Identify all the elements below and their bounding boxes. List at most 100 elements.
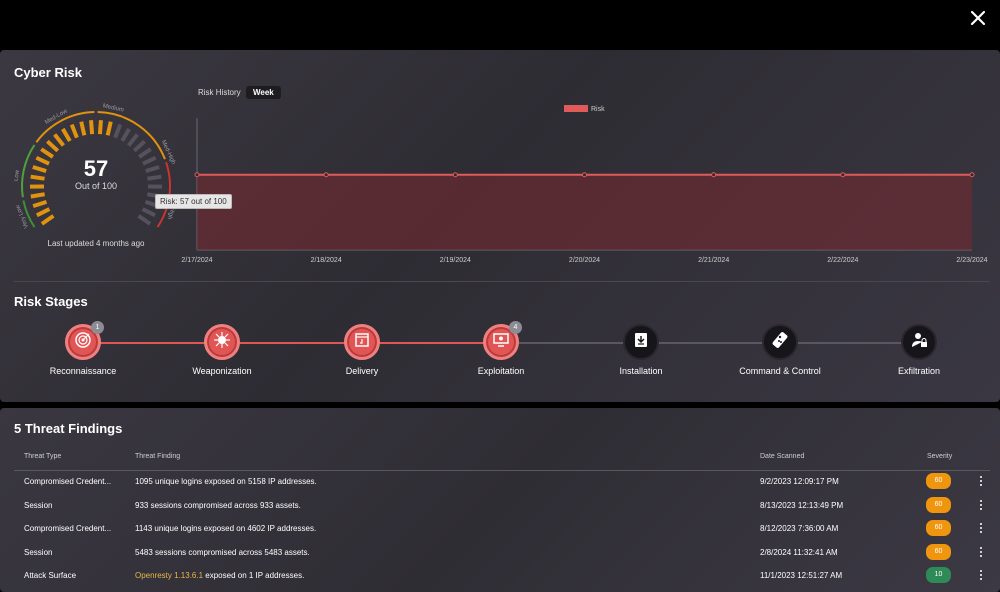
- stage-label: Command & Control: [739, 366, 821, 376]
- risk-stages-title: Risk Stages: [14, 294, 88, 309]
- last-updated-text: Last updated 4 months ago: [47, 239, 145, 248]
- table-row[interactable]: Session 933 sessions compromised across …: [14, 494, 990, 517]
- remote-icon: [771, 331, 789, 354]
- x-tick-label: 2/17/2024: [181, 257, 212, 264]
- threat-type-cell: Attack Surface: [24, 571, 77, 580]
- gauge-tick: [105, 121, 113, 136]
- risk-point: [323, 172, 329, 178]
- row-menu-icon[interactable]: [976, 568, 986, 582]
- gauge-band-arc: [35, 111, 95, 143]
- risk-point: [969, 172, 975, 178]
- radar-icon: [74, 331, 92, 354]
- row-menu-icon[interactable]: [976, 545, 986, 559]
- gauge-tick: [137, 214, 152, 226]
- finding-text: 5483 sessions compromised across 5483 as…: [135, 547, 310, 557]
- x-tick-label: 2/19/2024: [440, 257, 471, 264]
- row-menu-icon[interactable]: [976, 498, 986, 512]
- finding-text: 1095 unique logins exposed on 5158 IP ad…: [135, 477, 317, 486]
- section-divider: [14, 281, 990, 282]
- table-row[interactable]: Compromised Credent... 1095 unique login…: [14, 470, 990, 493]
- gauge-tick: [127, 133, 139, 147]
- table-row[interactable]: Session 5483 sessions compromised across…: [14, 541, 990, 564]
- threat-type-cell: Session: [24, 547, 53, 557]
- threat-type-cell: Compromised Credent...: [24, 477, 112, 486]
- severity-badge: 60: [926, 473, 951, 489]
- stage-circle[interactable]: 4: [483, 321, 522, 360]
- gauge-tick: [35, 207, 51, 218]
- risk-area: [197, 174, 972, 250]
- tab-week[interactable]: Week: [246, 86, 281, 99]
- gauge-tick: [69, 123, 79, 139]
- stage-circle[interactable]: [623, 324, 659, 360]
- risk-point: [582, 172, 587, 178]
- table-row[interactable]: Compromised Credent... 1143 unique login…: [14, 517, 990, 540]
- risk-history-label: Risk History: [198, 88, 241, 97]
- gauge-tick: [46, 139, 60, 153]
- close-icon[interactable]: [966, 6, 990, 30]
- legend-swatch: [564, 105, 588, 112]
- row-menu-icon[interactable]: [976, 521, 986, 535]
- table-row[interactable]: Attack Surface Openresty 1.13.6.1 expose…: [14, 564, 990, 587]
- severity-badge: 60: [926, 543, 951, 560]
- risk-score: 57: [83, 156, 109, 181]
- risk-point: [452, 172, 458, 178]
- finding-text: 933 sessions compromised across 933 asse…: [135, 500, 301, 510]
- finding-link[interactable]: Openresty 1.13.6.1: [135, 571, 203, 580]
- risk-point: [711, 172, 717, 178]
- threat-findings-panel: 5 Threat Findings Threat Type Threat Fin…: [0, 408, 1000, 592]
- severity-badge: 10: [926, 567, 951, 583]
- finding-text: exposed on 1 IP addresses.: [203, 571, 305, 580]
- row-menu-icon[interactable]: [976, 474, 986, 488]
- stage-command-control[interactable]: Command & Control: [720, 324, 840, 376]
- stage-delivery[interactable]: Delivery: [302, 324, 422, 376]
- column-header-threat-finding[interactable]: Threat Finding: [135, 453, 180, 460]
- stage-circle[interactable]: [204, 324, 240, 360]
- gauge-tick: [79, 121, 87, 136]
- gauge-tick: [32, 199, 48, 209]
- date-scanned-cell: 8/12/2023 7:36:00 AM: [760, 524, 839, 533]
- stage-circle[interactable]: [901, 324, 937, 360]
- monitor-bug-icon: [492, 331, 510, 354]
- stage-installation[interactable]: Installation: [581, 324, 701, 376]
- x-tick-label: 2/23/2024: [956, 257, 987, 264]
- finding-text: 1143 unique logins exposed on 4602 IP ad…: [135, 524, 317, 533]
- gauge-tick: [120, 127, 131, 143]
- stage-reconnaissance[interactable]: 1 Reconnaissance: [23, 321, 143, 376]
- gauge-tick: [61, 127, 72, 143]
- stage-exploitation[interactable]: 4 Exploitation: [441, 321, 561, 376]
- column-header-threat-type[interactable]: Threat Type: [24, 453, 61, 460]
- stage-circle[interactable]: [762, 324, 798, 360]
- threat-findings-title: 5 Threat Findings: [14, 421, 123, 436]
- user-lock-icon: [910, 331, 928, 354]
- stage-count-badge: 1: [91, 321, 104, 334]
- risk-point: [194, 172, 200, 178]
- date-scanned-cell: 11/1/2023 12:51:27 AM: [760, 571, 843, 580]
- column-header-date-scanned[interactable]: Date Scanned: [760, 453, 804, 460]
- threat-finding-cell: 1095 unique logins exposed on 5158 IP ad…: [135, 477, 735, 486]
- cyber-risk-panel: Cyber Risk Very Low Low Med-Low Medium Med-H…: [0, 50, 1000, 402]
- stage-exfiltration[interactable]: Exfiltration: [859, 324, 979, 376]
- gauge-tick: [132, 139, 146, 153]
- stage-circle[interactable]: [344, 324, 380, 360]
- modal-header: [0, 0, 1000, 36]
- x-tick-label: 2/22/2024: [827, 257, 858, 264]
- gauge-tick: [141, 207, 157, 218]
- gauge-tick: [113, 123, 123, 139]
- gauge-tick: [40, 214, 55, 226]
- gauge-tick: [97, 120, 103, 135]
- stage-weaponization[interactable]: Weaponization: [162, 324, 282, 376]
- column-header-severity[interactable]: Severity: [927, 453, 952, 460]
- x-tick-label: 2/20/2024: [569, 257, 600, 264]
- threat-type-cell: Compromised Credent...: [24, 524, 112, 533]
- stage-label: Installation: [619, 366, 663, 376]
- package-icon: [353, 331, 371, 354]
- stage-circle[interactable]: 1: [65, 321, 104, 360]
- risk-history-chart: 2/17/2024 2/18/2024 2/19/2024 2/20/2024 2/21…: [181, 105, 988, 264]
- x-tick-label: 2/21/2024: [698, 257, 729, 264]
- legend-label: Risk: [591, 106, 605, 113]
- risk-tooltip: Risk: 57 out of 100: [155, 194, 232, 209]
- severity-badge: 60: [926, 496, 951, 513]
- date-scanned-cell: 8/13/2023 12:13:49 PM: [760, 500, 844, 510]
- x-tick-label: 2/18/2024: [311, 257, 342, 264]
- stage-label: Exploitation: [477, 366, 525, 376]
